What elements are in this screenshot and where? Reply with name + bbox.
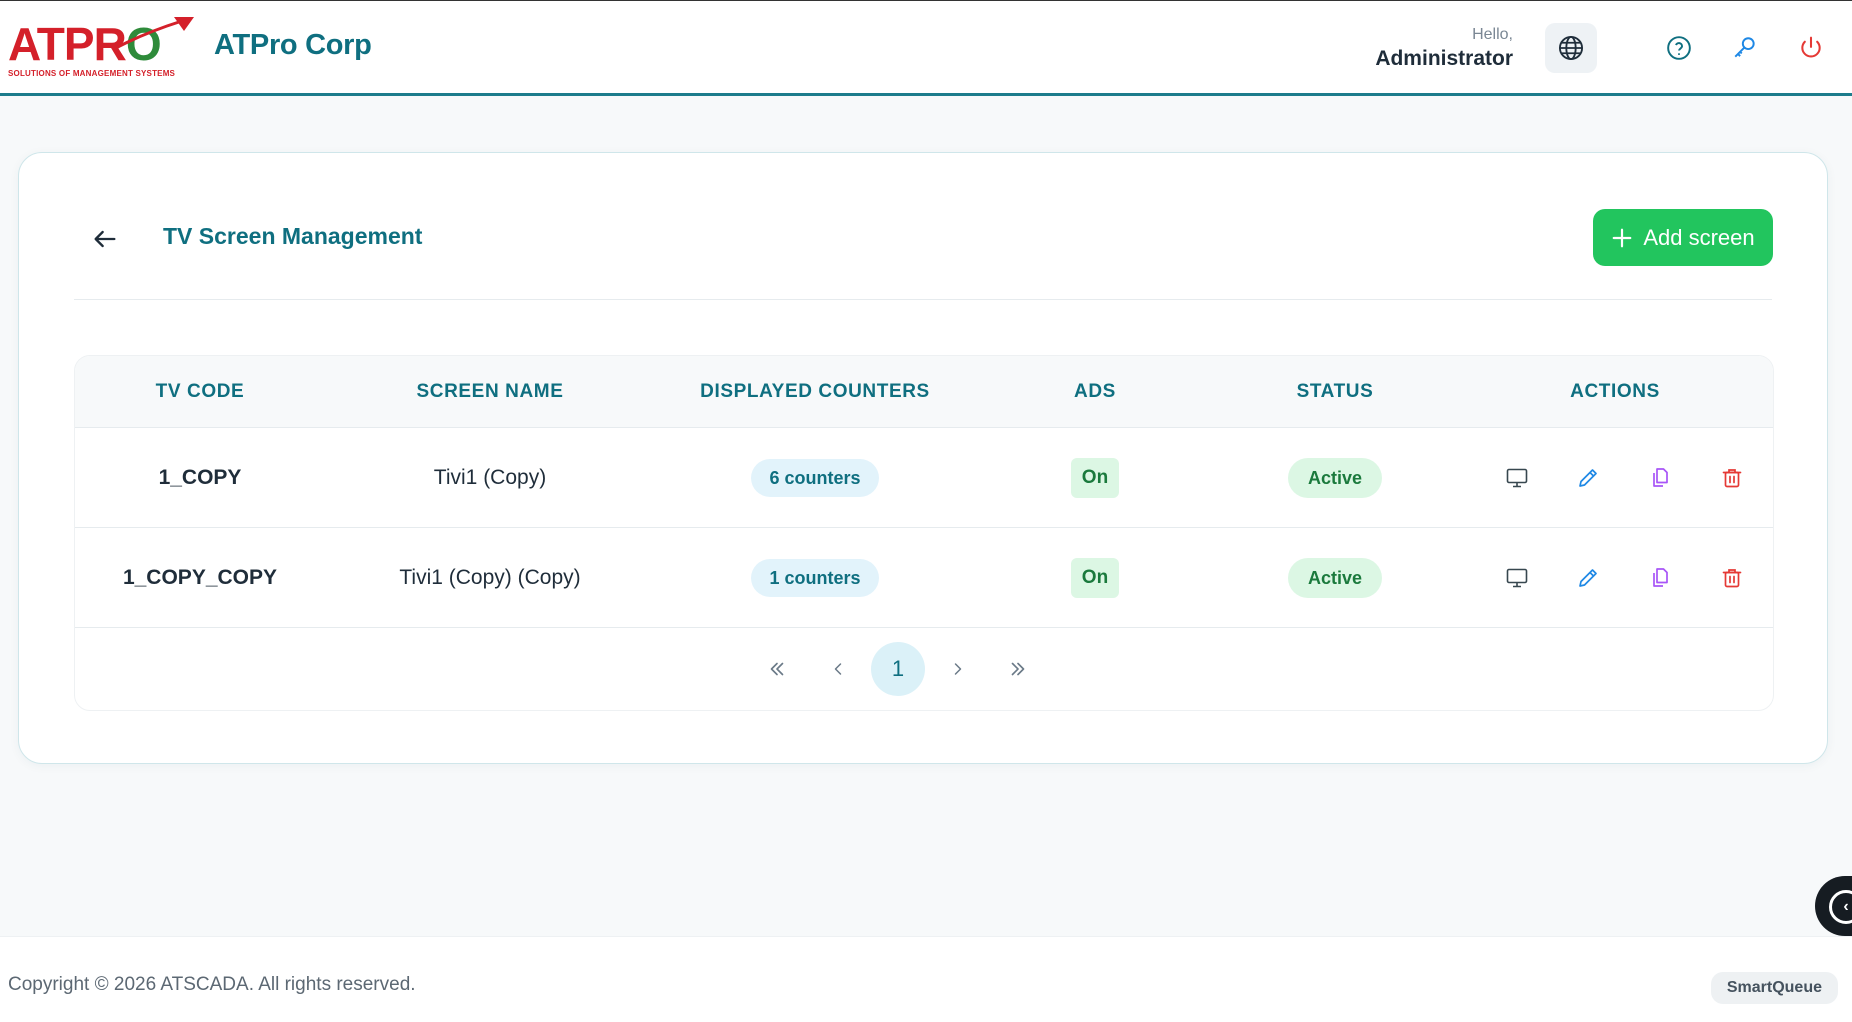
pagination: 1	[75, 630, 1773, 710]
screen-name-cell: Tivi1 (Copy)	[433, 466, 547, 489]
product-badge: SmartQueue	[1710, 972, 1838, 1004]
plus-icon	[1612, 228, 1632, 247]
arrow-left-icon	[94, 230, 116, 248]
counters-cell: 1 counters	[655, 528, 975, 628]
ads-cell: On	[975, 528, 1215, 628]
help-icon	[1667, 36, 1691, 60]
column-header-tv-code[interactable]: TV CODE	[75, 356, 325, 428]
table-row: 1_COPY_COPY Tivi1 (Copy) (Copy) 1 counte…	[75, 528, 1773, 628]
change-password-button[interactable]	[1729, 32, 1761, 64]
page-title: TV Screen Management	[163, 223, 423, 249]
tv-screen-table: TV CODE SCREEN NAME DISPLAYED COUNTERS A…	[74, 355, 1774, 711]
column-header-ads[interactable]: ADS	[975, 356, 1215, 428]
delete-icon	[1722, 469, 1742, 488]
greeting-text: Hello,	[1472, 26, 1513, 43]
logo-tagline: SOLUTIONS OF MANAGEMENT SYSTEMS	[8, 69, 176, 78]
tv-code-cell: 1_COPY	[158, 466, 242, 489]
edit-icon	[1579, 469, 1597, 487]
app-header: ATPRO SOLUTIONS OF MANAGEMENT SYSTEMS AT…	[0, 0, 1852, 96]
counters-badge[interactable]: 6 counters	[751, 459, 879, 497]
preview-screen-button[interactable]	[1501, 562, 1533, 594]
power-icon	[1801, 36, 1821, 58]
duplicate-screen-button[interactable]	[1644, 562, 1676, 594]
preview-screen-button[interactable]	[1501, 462, 1533, 494]
column-header-screen-name[interactable]: SCREEN NAME	[325, 356, 655, 428]
chevron-left-icon: ‹	[1829, 890, 1852, 924]
user-name: Administrator	[1375, 47, 1513, 70]
delete-icon	[1722, 569, 1742, 588]
copy-icon	[1653, 568, 1668, 587]
status-cell: Active	[1215, 428, 1455, 528]
copyright-text: Copyright © 2026 ATSCADA. All rights res…	[8, 974, 416, 995]
table-row: 1_COPY Tivi1 (Copy) 6 counters On Active	[75, 428, 1773, 528]
counters-cell: 6 counters	[655, 428, 975, 528]
column-header-status[interactable]: STATUS	[1215, 356, 1455, 428]
prev-page-icon	[834, 663, 842, 675]
status-badge: Active	[1287, 558, 1383, 598]
tv-screen-card: TV Screen Management Add screen TV CODE …	[18, 152, 1828, 764]
screen-name-cell: Tivi1 (Copy) (Copy)	[399, 566, 581, 589]
ads-cell: On	[975, 428, 1215, 528]
divider	[74, 299, 1772, 300]
edit-screen-button[interactable]	[1572, 462, 1604, 494]
last-page-button[interactable]	[991, 642, 1045, 696]
globe-icon	[1558, 35, 1584, 61]
floating-toggle-button[interactable]: ‹	[1815, 876, 1852, 936]
table-header: TV CODE SCREEN NAME DISPLAYED COUNTERS A…	[75, 356, 1773, 428]
monitor-icon	[1506, 468, 1528, 488]
delete-screen-button[interactable]	[1716, 462, 1748, 494]
brand-name: ATPro Corp	[214, 29, 372, 61]
ads-badge: On	[1070, 558, 1120, 598]
first-page-icon	[770, 662, 784, 676]
next-page-button[interactable]	[931, 642, 985, 696]
column-header-actions: ACTIONS	[1570, 381, 1660, 402]
logo-swoosh-icon	[113, 17, 194, 51]
help-button[interactable]	[1663, 32, 1695, 64]
next-page-icon	[954, 663, 962, 675]
edit-icon	[1579, 569, 1597, 587]
page-1-button[interactable]: 1	[871, 642, 925, 696]
atpro-logo[interactable]: ATPRO SOLUTIONS OF MANAGEMENT SYSTEMS	[8, 15, 194, 81]
prev-page-button[interactable]	[811, 642, 865, 696]
back-button[interactable]	[87, 221, 123, 257]
first-page-button[interactable]	[750, 642, 804, 696]
app-footer: Copyright © 2026 ATSCADA. All rights res…	[0, 936, 1852, 1022]
user-greeting: Hello, Administrator	[1375, 25, 1513, 73]
copy-icon	[1653, 468, 1668, 487]
add-screen-label: Add screen	[1643, 224, 1755, 250]
tv-code-cell: 1_COPY_COPY	[122, 566, 278, 589]
status-cell: Active	[1215, 528, 1455, 628]
add-screen-button[interactable]: Add screen	[1593, 209, 1773, 266]
logout-button[interactable]	[1795, 32, 1827, 64]
monitor-icon	[1506, 568, 1528, 588]
column-header-displayed-counters[interactable]: DISPLAYED COUNTERS	[655, 356, 975, 428]
duplicate-screen-button[interactable]	[1644, 462, 1676, 494]
last-page-icon	[1011, 662, 1025, 676]
language-button[interactable]	[1545, 23, 1597, 73]
ads-badge: On	[1070, 458, 1120, 498]
key-icon	[1734, 37, 1755, 58]
counters-badge[interactable]: 1 counters	[751, 559, 879, 597]
edit-screen-button[interactable]	[1572, 562, 1604, 594]
delete-screen-button[interactable]	[1716, 562, 1748, 594]
status-badge: Active	[1287, 458, 1383, 498]
